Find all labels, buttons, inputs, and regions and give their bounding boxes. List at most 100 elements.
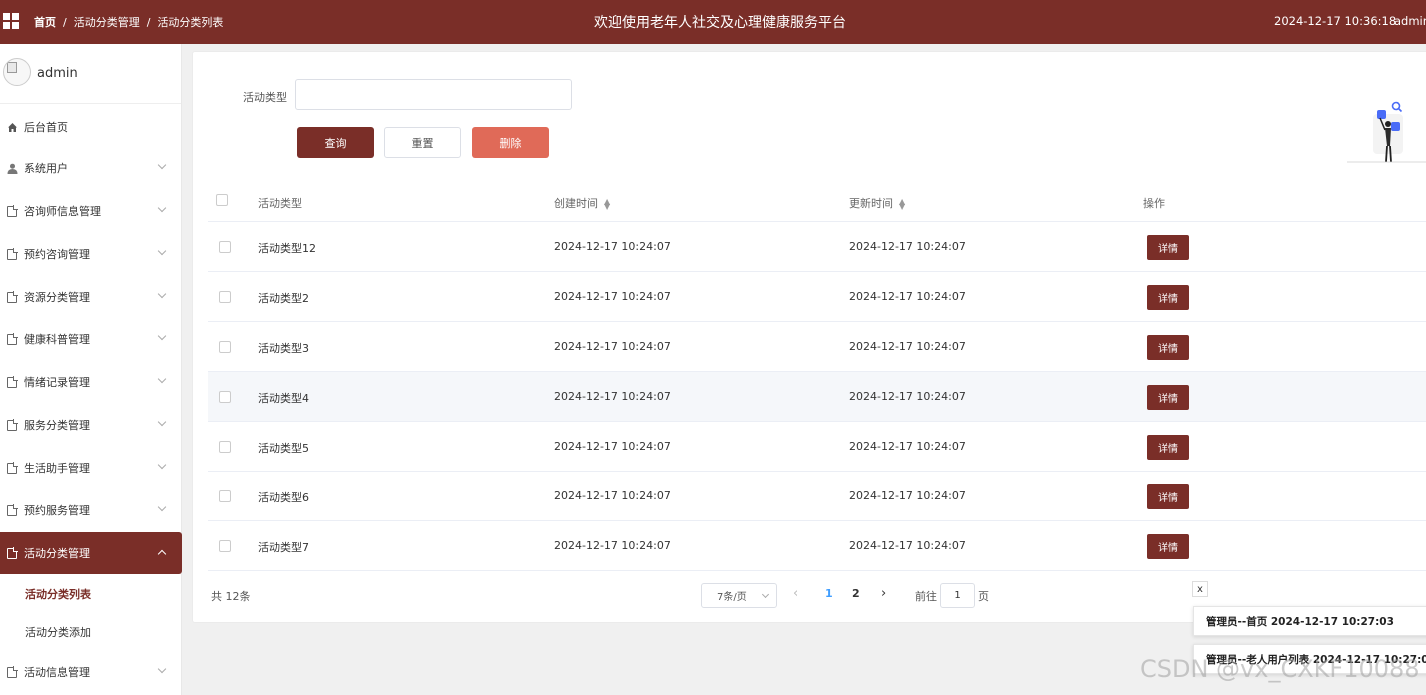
cell-activity-type: 活动类型6 xyxy=(258,491,309,504)
sidebar-item-label: 系统用户 xyxy=(24,162,68,175)
menu-grid-icon[interactable] xyxy=(3,13,19,29)
chevron-down-icon xyxy=(157,417,167,427)
sidebar-item-system-users[interactable]: 系统用户 xyxy=(0,147,182,189)
sort-icon[interactable]: ▲ ▼ xyxy=(899,198,905,211)
document-icon xyxy=(7,247,18,260)
avatar xyxy=(3,58,31,86)
document-icon xyxy=(7,503,18,516)
user-icon xyxy=(6,162,18,174)
sidebar-item-counselor[interactable]: 咨询师信息管理 xyxy=(0,190,182,232)
sidebar-item-life-assistant[interactable]: 生活助手管理 xyxy=(0,447,182,489)
table-row: 活动类型7 2024-12-17 10:24:07 2024-12-17 10:… xyxy=(208,521,1426,571)
chevron-down-icon xyxy=(157,374,167,384)
sidebar-item-service-category[interactable]: 服务分类管理 xyxy=(0,404,182,446)
sidebar-item-home[interactable]: 后台首页 xyxy=(0,106,182,148)
sidebar-profile: admin xyxy=(0,44,181,104)
sidebar-item-label: 预约服务管理 xyxy=(24,504,90,517)
detail-button[interactable]: 详情 xyxy=(1147,285,1189,310)
table-row: 活动类型12 2024-12-17 10:24:07 2024-12-17 10… xyxy=(208,222,1426,272)
query-button[interactable]: 查询 xyxy=(297,127,374,158)
document-icon xyxy=(7,290,18,303)
detail-button[interactable]: 详情 xyxy=(1147,385,1189,410)
header-datetime: 2024-12-17 10:36:18 xyxy=(1274,14,1397,28)
total-count: 共 12条 xyxy=(211,590,251,603)
main-content: 活动类型 查询 重置 删除 活动类型 创建时间 ▲ ▼ 更新时间 ▲ ▼ 操作 活动类型… xyxy=(192,51,1426,623)
sidebar-subitem-activity-category-list[interactable]: 活动分类列表 xyxy=(0,575,182,613)
filter-label: 活动类型 xyxy=(243,91,287,104)
breadcrumb-category[interactable]: 活动分类管理 xyxy=(74,16,140,29)
reset-button[interactable]: 重置 xyxy=(384,127,461,158)
search-illustration-icon xyxy=(1347,101,1426,163)
sidebar-item-label: 活动分类管理 xyxy=(24,547,90,560)
next-page-icon[interactable]: › xyxy=(881,586,886,601)
row-checkbox[interactable] xyxy=(219,291,231,303)
breadcrumb-current: 活动分类列表 xyxy=(157,16,224,29)
sidebar-item-label: 活动信息管理 xyxy=(24,666,90,679)
cell-activity-type: 活动类型12 xyxy=(258,242,316,255)
row-checkbox[interactable] xyxy=(219,540,231,552)
goto-label: 前往 xyxy=(915,590,937,603)
header-username[interactable]: admin xyxy=(1394,14,1426,28)
breadcrumb-home[interactable]: 首页 xyxy=(34,16,56,29)
row-checkbox[interactable] xyxy=(219,490,231,502)
prev-page-icon[interactable]: ‹ xyxy=(793,586,798,601)
breadcrumb: 首页 / 活动分类管理 / 活动分类列表 xyxy=(34,16,224,29)
cell-updated-time: 2024-12-17 10:24:07 xyxy=(849,240,966,253)
sidebar-item-emotion-records[interactable]: 情绪记录管理 xyxy=(0,361,182,403)
page-number-1[interactable]: 1 xyxy=(825,587,833,600)
cell-activity-type: 活动类型5 xyxy=(258,442,309,455)
chevron-down-icon xyxy=(157,289,167,299)
sidebar-subitem-activity-category-add[interactable]: 活动分类添加 xyxy=(0,613,182,651)
profile-name: admin xyxy=(37,66,78,81)
cell-updated-time: 2024-12-17 10:24:07 xyxy=(849,340,966,353)
detail-button[interactable]: 详情 xyxy=(1147,534,1189,559)
sidebar-item-service-booking[interactable]: 预约服务管理 xyxy=(0,489,182,531)
sort-icon[interactable]: ▲ ▼ xyxy=(604,198,610,211)
cell-created-time: 2024-12-17 10:24:07 xyxy=(554,290,671,303)
activity-type-input[interactable] xyxy=(295,79,572,110)
sidebar-item-activity-info[interactable]: 活动信息管理 xyxy=(0,651,182,693)
detail-button[interactable]: 详情 xyxy=(1147,335,1189,360)
sidebar-item-resource-category[interactable]: 资源分类管理 xyxy=(0,276,182,318)
cell-activity-type: 活动类型7 xyxy=(258,541,309,554)
column-header-updated[interactable]: 更新时间 ▲ ▼ xyxy=(849,195,905,211)
page-size-select[interactable]: 7条/页 xyxy=(701,583,777,608)
row-checkbox[interactable] xyxy=(219,241,231,253)
chevron-down-icon xyxy=(761,590,770,599)
delete-button[interactable]: 删除 xyxy=(472,127,549,158)
sidebar-item-label: 咨询师信息管理 xyxy=(24,205,101,218)
sidebar: admin 后台首页 系统用户 咨询师信息管理 预约咨询管理 资源分类管理 健康… xyxy=(0,44,182,695)
sidebar-item-label: 生活助手管理 xyxy=(24,462,90,475)
column-header-created[interactable]: 创建时间 ▲ ▼ xyxy=(554,195,610,211)
chevron-down-icon xyxy=(157,331,167,341)
cell-activity-type: 活动类型3 xyxy=(258,342,309,355)
document-icon xyxy=(7,546,18,559)
row-checkbox[interactable] xyxy=(219,391,231,403)
row-checkbox[interactable] xyxy=(219,441,231,453)
goto-page-input[interactable]: 1 xyxy=(940,583,975,608)
detail-button[interactable]: 详情 xyxy=(1147,435,1189,460)
cell-created-time: 2024-12-17 10:24:07 xyxy=(554,240,671,253)
log-entry: 管理员--首页 2024-12-17 10:27:03 xyxy=(1193,606,1426,636)
document-icon xyxy=(7,204,18,217)
page-number-2[interactable]: 2 xyxy=(852,587,860,600)
sidebar-item-activity-category[interactable]: 活动分类管理 xyxy=(0,532,182,574)
detail-button[interactable]: 详情 xyxy=(1147,484,1189,509)
close-icon[interactable]: x xyxy=(1192,581,1208,597)
cell-created-time: 2024-12-17 10:24:07 xyxy=(554,390,671,403)
chevron-down-icon xyxy=(157,664,167,674)
home-icon xyxy=(6,121,18,133)
row-checkbox[interactable] xyxy=(219,341,231,353)
cell-activity-type: 活动类型2 xyxy=(258,292,309,305)
page-title: 欢迎使用老年人社交及心理健康服务平台 xyxy=(594,15,846,31)
select-all-checkbox[interactable] xyxy=(216,194,228,206)
document-icon xyxy=(7,665,18,678)
sidebar-item-label: 健康科普管理 xyxy=(24,333,90,346)
table-row: 活动类型5 2024-12-17 10:24:07 2024-12-17 10:… xyxy=(208,422,1426,472)
page-size-value: 7条/页 xyxy=(717,592,747,603)
detail-button[interactable]: 详情 xyxy=(1147,235,1189,260)
sidebar-item-consult-booking[interactable]: 预约咨询管理 xyxy=(0,233,182,275)
sidebar-item-health-science[interactable]: 健康科普管理 xyxy=(0,318,182,360)
cell-activity-type: 活动类型4 xyxy=(258,392,309,405)
table-row: 活动类型4 2024-12-17 10:24:07 2024-12-17 10:… xyxy=(208,372,1426,422)
